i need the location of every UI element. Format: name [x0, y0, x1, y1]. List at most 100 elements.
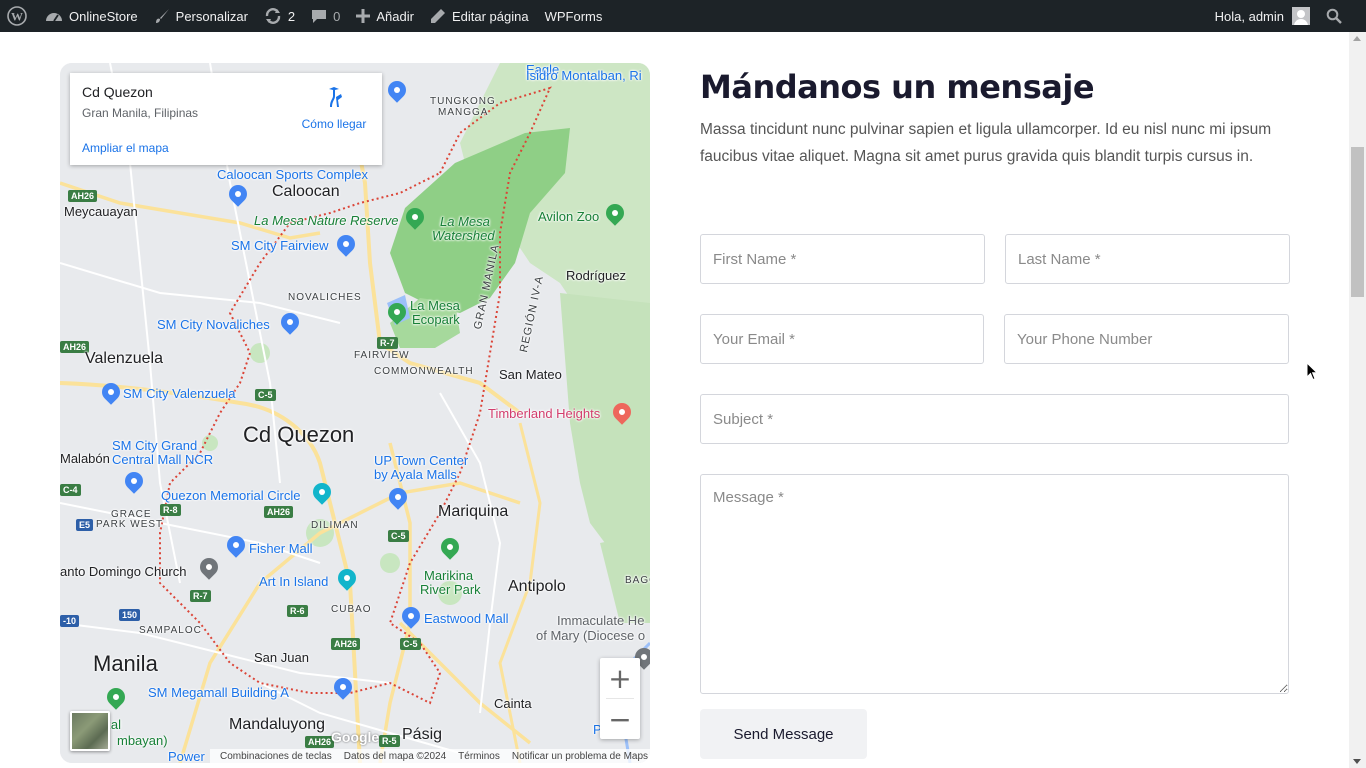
customize-link[interactable]: Personalizar	[146, 0, 256, 32]
route-shield: E5	[76, 519, 94, 531]
route-shield: C-5	[255, 389, 276, 401]
map-label: Central Mall NCR	[112, 452, 214, 467]
map-label: by Ayala Malls	[374, 467, 457, 482]
wpforms-label: WPForms	[544, 8, 603, 24]
map-label: Quezon Memorial Circle	[161, 488, 301, 503]
comment-icon	[311, 8, 327, 24]
route-shield: AH26	[264, 506, 294, 518]
map-label: Ecopark	[412, 312, 460, 327]
wpforms-link[interactable]: WPForms	[537, 0, 611, 32]
map-label: Power	[168, 749, 205, 763]
zoom-out-button[interactable]: −	[600, 699, 640, 739]
map-label: La Mesa Nature Reserve	[254, 213, 399, 228]
keyboard-shortcuts-link[interactable]: Combinaciones de teclas	[214, 751, 338, 762]
map-data-label: Datos del mapa ©2024	[343, 750, 447, 762]
map-label: Meycauayan	[64, 204, 138, 219]
route-shield: AH26	[331, 638, 361, 650]
map-label: PARK WEST	[96, 519, 164, 530]
updates-link[interactable]: 2	[256, 0, 303, 32]
map-label: TUNGKONG	[430, 96, 496, 107]
plus-icon	[356, 9, 371, 23]
place-info-card: Cd Quezon Gran Manila, Filipinas Ampliar…	[70, 73, 382, 165]
page-scrollbar[interactable]	[1349, 32, 1366, 768]
map-label: La Mesa	[440, 214, 490, 229]
comments-link[interactable]: 0	[303, 0, 348, 32]
google-logo: Google	[331, 729, 380, 745]
map-attribution: Combinaciones de teclas Datos del mapa ©…	[210, 749, 650, 763]
map-label: COMMONWEALTH	[374, 366, 474, 377]
phone-input[interactable]	[1004, 314, 1289, 364]
page-title: Mándanos un mensaje	[700, 68, 1095, 106]
last-name-input[interactable]	[1005, 234, 1290, 284]
admin-bar: W OnlineStore Personalizar 2 0 Añadir Ed…	[0, 0, 1366, 32]
wordpress-logo-icon[interactable]: W	[0, 0, 37, 32]
svg-text:W: W	[11, 10, 23, 24]
route-shield: AH26	[305, 736, 335, 748]
updates-count: 2	[287, 8, 296, 24]
map-label: Fisher Mall	[249, 541, 313, 556]
map-label: of Mary (Diocese o	[536, 628, 646, 643]
edit-page-label: Editar página	[451, 8, 529, 24]
map-label: San Juan	[254, 650, 309, 665]
map-label: Caloocan Sports Complex	[217, 167, 369, 182]
map-label: Antipolo	[508, 578, 566, 595]
zoom-controls: + −	[600, 658, 640, 739]
terms-link[interactable]: Términos	[452, 751, 506, 762]
map-label: Malabón	[60, 451, 110, 466]
map-label: anto Domingo Church	[60, 564, 187, 579]
new-content-label: Añadir	[376, 8, 414, 24]
map-label: SM Megamall Building A	[148, 685, 289, 700]
dashboard-icon	[45, 8, 63, 24]
scroll-up-arrow-icon[interactable]	[1353, 36, 1361, 41]
mouse-cursor-icon	[1306, 361, 1319, 386]
route-shield: R-7	[190, 590, 211, 602]
satellite-toggle-button[interactable]	[70, 711, 110, 751]
place-title: Cd Quezon	[82, 84, 153, 100]
enlarge-map-link[interactable]: Ampliar el mapa	[82, 141, 169, 155]
directions-button[interactable]: Cómo llegar	[299, 86, 369, 131]
map-label: Watershed	[432, 228, 495, 243]
report-problem-link[interactable]: Notificar un problema de Maps	[506, 751, 650, 762]
scroll-thumb[interactable]	[1351, 147, 1364, 297]
search-icon	[1326, 8, 1342, 24]
route-shield: C-5	[400, 638, 421, 650]
message-textarea[interactable]	[700, 474, 1289, 694]
site-name-label: OnlineStore	[69, 8, 138, 24]
intro-text: Massa tincidunt nunc pulvinar sapien et …	[700, 121, 1272, 165]
edit-page-link[interactable]: Editar página	[422, 0, 537, 32]
site-name-link[interactable]: OnlineStore	[37, 0, 146, 32]
map-label: Cainta	[494, 696, 532, 711]
map-label: Valenzuela	[85, 350, 163, 367]
route-shield: R-7	[377, 337, 398, 349]
new-content-link[interactable]: Añadir	[348, 0, 422, 32]
map-label: Eastwood Mall	[424, 611, 509, 626]
route-shield: C-4	[60, 484, 81, 496]
zoom-in-button[interactable]: +	[600, 658, 640, 698]
customize-label: Personalizar	[175, 8, 248, 24]
map-label: Manila	[93, 651, 158, 676]
map-label: Marikina	[424, 568, 474, 583]
map-label: La Mesa	[410, 298, 460, 313]
map-label: Mandaluyong	[229, 716, 326, 733]
map-label: Mariquina	[438, 503, 509, 520]
avatar	[1292, 7, 1310, 25]
map-label: DILIMAN	[311, 520, 359, 531]
send-message-button[interactable]: Send Message	[700, 709, 867, 759]
google-map[interactable]: AH26 AH26 AH26 AH26 AH26 R-7 R-7 C-5 C-5…	[60, 63, 650, 763]
directions-icon	[323, 86, 345, 113]
subject-input[interactable]	[700, 394, 1289, 444]
route-shield: C-5	[388, 530, 409, 542]
map-label: River Park	[420, 582, 481, 597]
map-label: Avilon Zoo	[538, 209, 600, 224]
email-input[interactable]	[700, 314, 984, 364]
search-button[interactable]	[1318, 0, 1366, 32]
map-label: NOVALICHES	[288, 292, 362, 303]
scroll-down-arrow-icon[interactable]	[1353, 759, 1361, 764]
first-name-input[interactable]	[700, 234, 985, 284]
map-label: UP Town Center	[374, 453, 469, 468]
map-label: Cd Quezon	[243, 422, 355, 447]
route-shield: AH26	[68, 190, 98, 202]
map-label: San Mateo	[499, 367, 562, 382]
my-account-link[interactable]: Hola, admin	[1207, 0, 1318, 32]
map-label: Timberland Heights	[488, 406, 601, 421]
